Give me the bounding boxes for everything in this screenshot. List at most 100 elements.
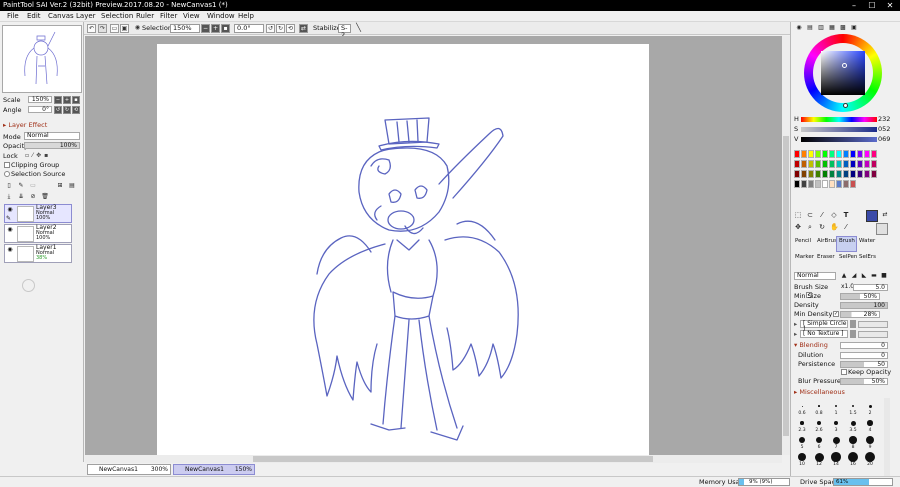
- zoom-reset-icon[interactable]: ▪: [221, 24, 230, 33]
- rotate-left-icon[interactable]: ↺: [266, 24, 275, 33]
- v-slider[interactable]: [801, 137, 877, 142]
- straight-line-icon[interactable]: ╲: [354, 24, 363, 33]
- swatch-grid[interactable]: [794, 150, 882, 200]
- brush-size-dot[interactable]: [818, 405, 820, 407]
- tool-selpen[interactable]: SelPen: [839, 254, 857, 260]
- color-swatch[interactable]: [864, 160, 870, 168]
- brush-size-dot[interactable]: [831, 452, 841, 462]
- brush-size-dot[interactable]: [866, 436, 874, 444]
- menu-selection[interactable]: Selection: [101, 12, 133, 21]
- undo-icon[interactable]: ↶: [87, 24, 96, 33]
- lasso-icon[interactable]: ⊂: [806, 211, 814, 219]
- color-swatch[interactable]: [794, 160, 800, 168]
- layer-panel-extra-icon[interactable]: ⊞: [56, 182, 64, 190]
- angle-field[interactable]: 0°: [28, 106, 52, 113]
- color-swatch[interactable]: [822, 180, 828, 188]
- rotate-field[interactable]: 0.0°: [234, 24, 264, 33]
- layer-row-layer1[interactable]: ◉ Layer1 Normal 38%: [4, 244, 72, 263]
- new-folder-icon[interactable]: ▭: [29, 182, 37, 190]
- blending-header[interactable]: ▾ Blending: [794, 341, 828, 349]
- color-swatch[interactable]: [815, 180, 821, 188]
- stabilizer-select[interactable]: S-2: [338, 24, 351, 39]
- rotate-tool-icon[interactable]: ↻: [818, 223, 826, 231]
- zoom-field[interactable]: 150%: [170, 24, 200, 33]
- color-swatch[interactable]: [801, 160, 807, 168]
- color-swatch[interactable]: [815, 170, 821, 178]
- color-swatch[interactable]: [857, 150, 863, 158]
- brush-shape-strength[interactable]: [858, 321, 888, 328]
- color-swatch[interactable]: [836, 170, 842, 178]
- horizontal-scroll-thumb[interactable]: [253, 456, 653, 462]
- tool-pencil[interactable]: Pencil: [795, 238, 811, 244]
- nav-zoom-in-icon[interactable]: +: [63, 96, 71, 104]
- color-swatch[interactable]: [829, 180, 835, 188]
- color-swatch[interactable]: [808, 160, 814, 168]
- vertical-scrollbar[interactable]: [782, 36, 790, 455]
- layer-effect-header[interactable]: ▸ Layer Effect: [3, 121, 47, 129]
- color-swatch[interactable]: [822, 160, 828, 168]
- color-swatch[interactable]: [850, 150, 856, 158]
- merge-down-icon[interactable]: ⇊: [17, 193, 25, 201]
- color-swatch[interactable]: [871, 170, 877, 178]
- h-slider[interactable]: [801, 117, 877, 122]
- color-swatch[interactable]: [850, 170, 856, 178]
- edge-hard-icon[interactable]: ▲: [840, 272, 848, 280]
- magic-wand-icon[interactable]: ⁄: [818, 211, 826, 219]
- color-swatch[interactable]: [850, 180, 856, 188]
- swap-colors-icon[interactable]: ⇄: [881, 211, 889, 219]
- tool-eraser[interactable]: Eraser: [817, 254, 835, 260]
- layer-menu-icon[interactable]: ▤: [68, 182, 76, 190]
- min-density-checkbox[interactable]: ✓: [833, 311, 839, 317]
- blend-mode-select[interactable]: Normal: [24, 132, 80, 140]
- density-slider[interactable]: 100: [840, 302, 888, 309]
- close-button[interactable]: ✕: [881, 0, 899, 11]
- edge-medium-icon[interactable]: ◢: [850, 272, 858, 280]
- layer-row-layer3[interactable]: ◉ ✎ Layer3 Normal 100%: [4, 204, 72, 223]
- redo-icon[interactable]: ↷: [98, 24, 107, 33]
- minimize-button[interactable]: –: [845, 0, 863, 11]
- lock-icons[interactable]: ▫⁄✥▪: [25, 152, 51, 159]
- color-swatch[interactable]: [808, 180, 814, 188]
- brush-size-dot[interactable]: [815, 436, 823, 444]
- brush-size-dot[interactable]: [851, 404, 855, 408]
- size-presets-scrollbar[interactable]: [884, 398, 890, 476]
- tool-selers[interactable]: SelErs: [859, 254, 876, 260]
- hue-ring[interactable]: [804, 34, 882, 112]
- min-density-slider[interactable]: 28%: [840, 311, 880, 318]
- color-swatch[interactable]: [843, 150, 849, 158]
- color-swatch[interactable]: [822, 150, 828, 158]
- color-swatch[interactable]: [829, 160, 835, 168]
- hsv-slider-tab-icon[interactable]: ▥: [817, 24, 825, 32]
- brush-size-dot[interactable]: [832, 436, 840, 444]
- color-swatch[interactable]: [871, 160, 877, 168]
- drawing-canvas[interactable]: [157, 44, 649, 456]
- color-swatch[interactable]: [836, 180, 842, 188]
- color-swatch[interactable]: [801, 180, 807, 188]
- brush-texture-strength[interactable]: [858, 331, 888, 338]
- color-swatch[interactable]: [857, 170, 863, 178]
- layer-row-layer2[interactable]: ◉ Layer2 Normal 100%: [4, 224, 72, 243]
- brush-size-dot[interactable]: [867, 420, 873, 426]
- clear-layer-icon[interactable]: ⊘: [29, 193, 37, 201]
- color-wheel-tab-icon[interactable]: ◉: [795, 24, 803, 32]
- transfer-down-icon[interactable]: ⤓: [5, 193, 13, 201]
- color-swatch[interactable]: [850, 160, 856, 168]
- delete-layer-icon[interactable]: 🗑: [41, 193, 49, 201]
- swatches-tab-icon[interactable]: ▩: [839, 24, 847, 32]
- visibility-eye-icon[interactable]: ◉: [6, 206, 14, 214]
- brush-shape-dropdown-icon[interactable]: [850, 320, 856, 328]
- color-swatch[interactable]: [822, 170, 828, 178]
- color-swatch[interactable]: [857, 160, 863, 168]
- rotate-reset-icon[interactable]: ⟲: [286, 24, 295, 33]
- color-swatch[interactable]: [871, 150, 877, 158]
- color-swatch[interactable]: [815, 160, 821, 168]
- keep-opacity-checkbox[interactable]: [841, 369, 847, 375]
- flip-icon[interactable]: ⇄: [299, 24, 308, 33]
- menu-layer[interactable]: Layer: [76, 12, 96, 21]
- color-swatch[interactable]: [808, 170, 814, 178]
- brush-shape-expander[interactable]: ▸: [794, 320, 797, 328]
- edge-softest-icon[interactable]: ■: [880, 272, 888, 280]
- tool-brush[interactable]: Brush: [839, 238, 855, 244]
- new-layer-icon[interactable]: ▯: [5, 182, 13, 190]
- brush-size-dot[interactable]: [835, 405, 837, 407]
